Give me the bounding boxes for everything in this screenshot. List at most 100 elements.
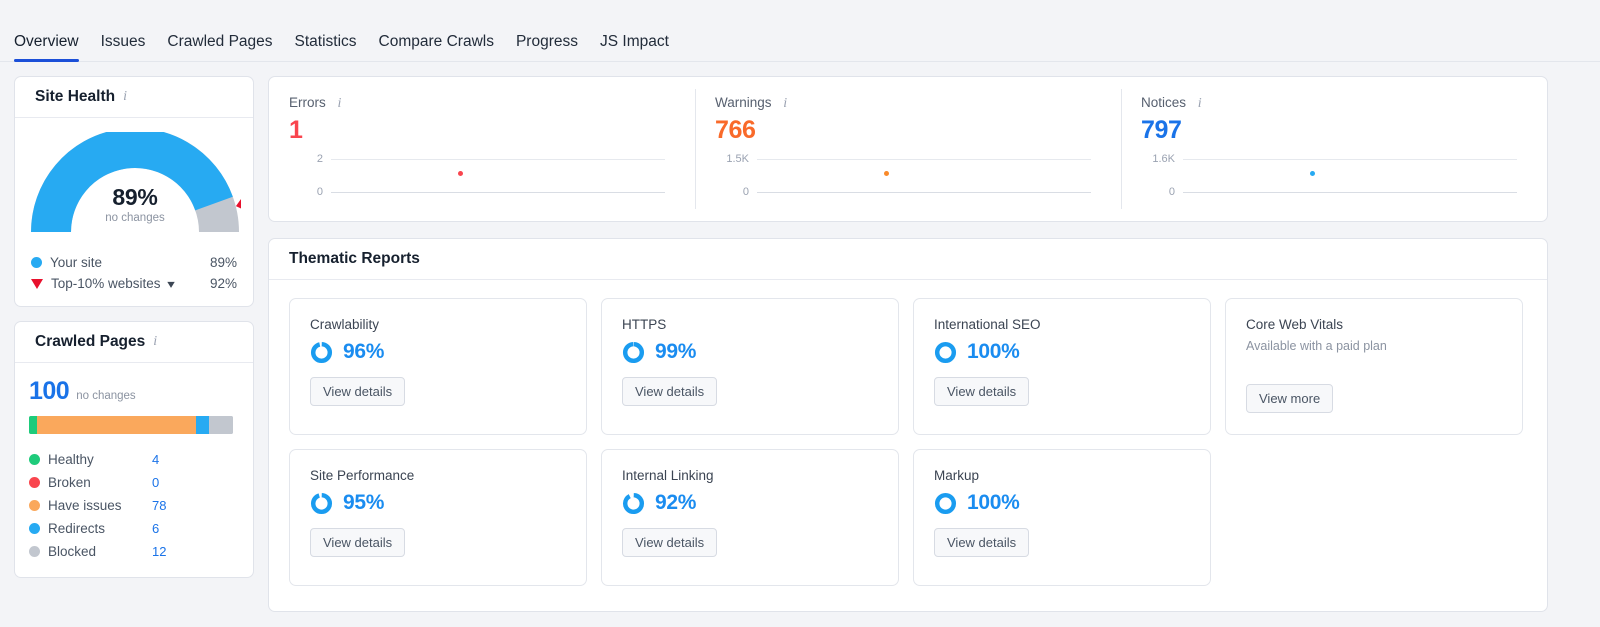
issue-summary-card: Errors i 1 2 0 Warnings i 766 1.5K 0 Not… (268, 76, 1548, 222)
tab-label: Crawled Pages (167, 32, 273, 50)
crawled-pages-legend-row[interactable]: Broken 0 (29, 471, 239, 494)
report-name: International SEO (934, 317, 1041, 332)
crawled-pages-title: Crawled Pages (35, 333, 146, 350)
thematic-report-card[interactable]: Crawlability 96% View details (289, 298, 587, 435)
report-score: 99% (655, 340, 697, 363)
stat-sparkline: 1.6K 0 (1141, 151, 1525, 203)
report-name: HTTPS (622, 317, 667, 332)
site-health-gauge: 89% no changes (29, 128, 249, 240)
sparkline-axis-top: 1.5K (715, 153, 1091, 166)
legend-dot-icon (29, 454, 40, 465)
legend-dot-icon (29, 477, 40, 488)
info-icon[interactable]: i (1198, 96, 1202, 112)
crawled-pages-legend-row[interactable]: Healthy 4 (29, 448, 239, 471)
tab-progress[interactable]: Progress (516, 33, 578, 63)
sparkline-data-point (1309, 171, 1315, 176)
site-health-score: 89% (112, 184, 158, 210)
axis-tick-top: 2 (316, 153, 323, 165)
thematic-reports-header: Thematic Reports (269, 239, 1547, 280)
site-health-title: Site Health (35, 88, 116, 105)
thematic-report-card[interactable]: International SEO 100% View details (913, 298, 1211, 435)
thematic-report-card[interactable]: Internal Linking 92% View details (601, 449, 899, 586)
legend-row-top10[interactable]: Top-10% websites ▾ 92% (29, 273, 239, 294)
left-column: Site Health i 89% no changes Your site 8… (14, 76, 254, 578)
legend-value: 0 (152, 475, 160, 490)
view-details-button[interactable]: View details (934, 528, 1030, 557)
thematic-report-card[interactable]: Site Performance 95% View details (289, 449, 587, 586)
report-score-row: 92% (622, 491, 898, 515)
gauge-center-label: 89% no changes (29, 184, 241, 224)
sparkline-axis-top: 1.6K (1141, 153, 1517, 166)
view-details-button[interactable]: View details (310, 528, 406, 557)
tab-issues[interactable]: Issues (100, 32, 146, 63)
stat-label: Warnings (715, 95, 772, 110)
site-health-card: Site Health i 89% no changes Your site 8… (14, 76, 254, 307)
tab-bar: Overview Issues Crawled Pages Statistics… (0, 0, 1600, 62)
info-icon[interactable]: i (123, 89, 127, 105)
tab-compare-crawls[interactable]: Compare Crawls (379, 33, 494, 63)
legend-dot-icon (29, 546, 40, 557)
report-name: Core Web Vitals (1246, 317, 1344, 332)
axis-tick-bottom: 0 (1168, 186, 1175, 198)
legend-dot-icon (29, 500, 40, 511)
report-score: 100% (967, 491, 1020, 514)
report-name: Site Performance (310, 468, 415, 483)
legend-label: Your site (50, 255, 103, 270)
circle-marker-icon (31, 257, 42, 268)
tab-crawled-pages[interactable]: Crawled Pages (167, 32, 273, 63)
bar-segment (37, 416, 197, 434)
site-health-change: no changes (105, 212, 165, 224)
crawled-pages-legend: Healthy 4 Broken 0 Have issues 78 Redirects 6 Bl… (29, 448, 239, 563)
gridline (757, 192, 1091, 193)
crawled-pages-header: Crawled Pages i (15, 322, 253, 363)
stat-value: 797 (1141, 116, 1182, 144)
stat-label: Errors (289, 95, 326, 110)
info-icon[interactable]: i (783, 96, 787, 112)
stat-warnings: Warnings i 766 1.5K 0 (695, 77, 1121, 221)
tab-overview[interactable]: Overview (14, 33, 79, 63)
view-details-button[interactable]: View details (310, 377, 406, 406)
report-subtitle: Available with a paid plan (1246, 339, 1387, 353)
stat-value: 1 (289, 116, 303, 144)
thematic-report-card[interactable]: Markup 100% View details (913, 449, 1211, 586)
tab-js-impact[interactable]: JS Impact (600, 32, 669, 63)
thematic-report-card[interactable]: Core Web Vitals Available with a paid pla… (1225, 298, 1523, 435)
crawled-pages-legend-row[interactable]: Blocked 12 (29, 540, 239, 563)
progress-ring-icon (622, 492, 645, 514)
view-details-button[interactable]: View details (622, 528, 718, 557)
legend-value: 4 (152, 452, 160, 467)
thematic-reports-card: Thematic Reports Crawlability 96% View det… (268, 238, 1548, 612)
stat-label: Notices (1141, 95, 1187, 110)
stat-errors: Errors i 1 2 0 (269, 77, 695, 221)
tab-label: JS Impact (600, 32, 669, 50)
info-icon[interactable]: i (153, 334, 157, 350)
report-score-row: 100% (934, 340, 1210, 364)
crawled-pages-change: no changes (76, 390, 136, 402)
legend-label: Broken (48, 475, 91, 490)
progress-ring-icon (934, 492, 957, 514)
view-details-button[interactable]: View details (622, 377, 718, 406)
sparkline-data-point (883, 171, 889, 176)
report-score-row: 95% (310, 491, 586, 515)
tab-label: Issues (100, 32, 146, 50)
view-details-button[interactable]: View details (934, 377, 1030, 406)
view-more-button[interactable]: View more (1246, 384, 1334, 413)
stat-label-row: Errors i (289, 95, 673, 112)
legend-value: 12 (152, 544, 167, 559)
legend-value: 92% (209, 276, 237, 291)
report-score-row: 99% (622, 340, 898, 364)
legend-label: Redirects (48, 521, 106, 536)
tab-statistics[interactable]: Statistics (295, 33, 357, 63)
axis-tick-top: 1.6K (1152, 153, 1175, 165)
thematic-report-card[interactable]: HTTPS 99% View details (601, 298, 899, 435)
crawled-pages-body: 100 no changes Healthy 4 Broken 0 Have issue… (15, 363, 253, 577)
crawled-pages-legend-row[interactable]: Redirects 6 (29, 517, 239, 540)
legend-row-your-site: Your site 89% (29, 252, 239, 273)
axis-tick-bottom: 0 (316, 186, 323, 198)
chevron-down-icon[interactable]: ▾ (167, 278, 175, 290)
crawled-pages-legend-row[interactable]: Have issues 78 (29, 494, 239, 517)
gridline (331, 192, 665, 193)
legend-value: 89% (209, 255, 237, 270)
info-icon[interactable]: i (338, 96, 342, 112)
site-health-header: Site Health i (15, 77, 253, 118)
